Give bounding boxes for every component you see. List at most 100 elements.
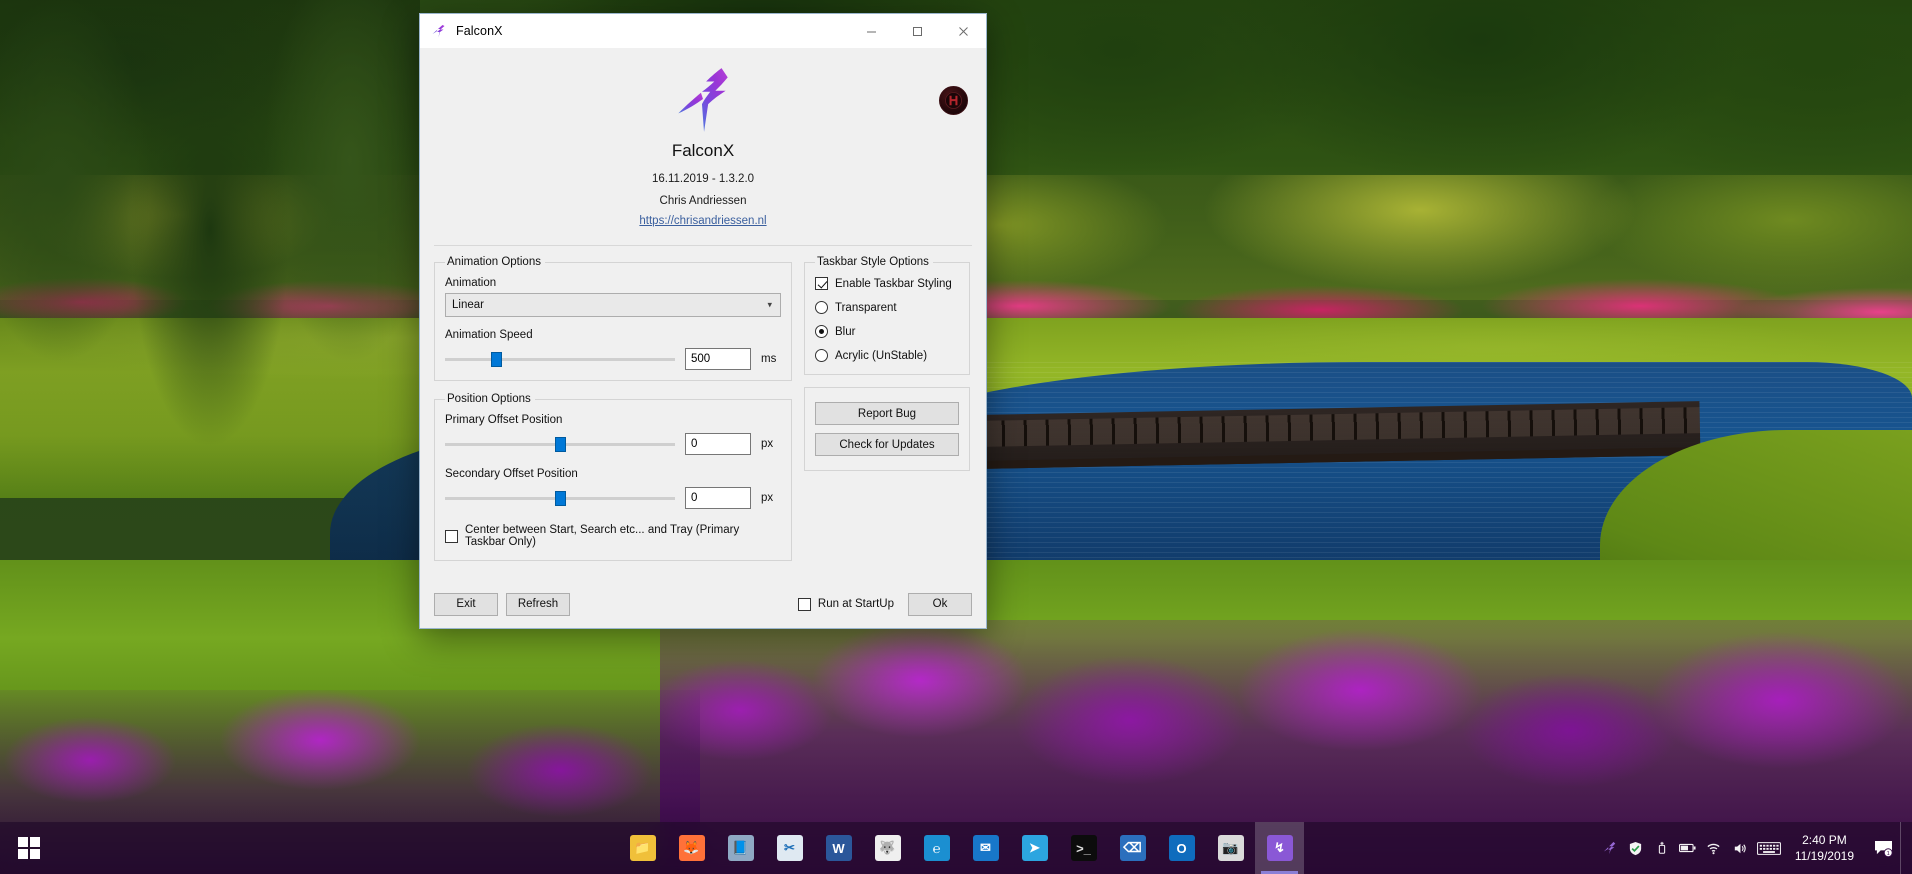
command-prompt-icon-glyph: >_	[1070, 835, 1097, 861]
animation-label: Animation	[445, 277, 497, 289]
primary-offset-input[interactable]	[685, 433, 751, 455]
clock-date: 11/19/2019	[1794, 849, 1854, 863]
camera-icon[interactable]: 📷	[1206, 822, 1255, 874]
battery-icon[interactable]	[1675, 822, 1701, 874]
run-at-startup-label: Run at StartUp	[817, 598, 894, 610]
taskbar-style-legend: Taskbar Style Options	[817, 256, 929, 268]
file-explorer-icon-glyph: 📁	[629, 835, 656, 861]
slider-track	[445, 358, 675, 361]
command-prompt-icon[interactable]: >_	[1059, 822, 1108, 874]
style-radio-acrylic[interactable]: Acrylic (UnStable)	[815, 349, 959, 362]
enable-taskbar-styling-checkbox[interactable]	[815, 277, 828, 290]
secondary-offset-unit: px	[761, 492, 774, 504]
animation-speed-row: ms	[445, 348, 781, 370]
animation-speed-label: Animation Speed	[445, 329, 533, 341]
wifi-icon[interactable]	[1701, 822, 1727, 874]
camera-icon-glyph: 📷	[1217, 835, 1244, 861]
taskbar-clock[interactable]: 2:40 PM 11/19/2019	[1785, 822, 1866, 874]
microsoft-edge-icon-glyph: ℮	[923, 835, 950, 861]
secondary-offset-row: px	[445, 487, 781, 509]
radio-transparent[interactable]	[815, 301, 828, 314]
enable-taskbar-styling-row[interactable]: Enable Taskbar Styling	[815, 277, 959, 290]
left-column: Animation Options Animation Linear ▾ Ani…	[434, 256, 792, 573]
primary-offset-row: px	[445, 433, 781, 455]
clock-time: 2:40 PM	[1802, 832, 1847, 847]
file-explorer-icon[interactable]: 📁	[618, 822, 667, 874]
settings-content: Animation Options Animation Linear ▾ Ani…	[420, 246, 986, 573]
run-at-startup-checkbox[interactable]	[797, 597, 811, 611]
report-bug-button[interactable]: Report Bug	[815, 402, 959, 425]
style-radio-transparent[interactable]: Transparent	[815, 301, 959, 314]
window-title: FalconX	[456, 24, 503, 38]
windows-taskbar: 📁 🦊 📘 ✂ W 🐺 ℮ ✉ ➤ >_ ⌫ O 📷 ↯ 2:40 PM 11/…	[0, 822, 1912, 874]
firefox-icon-glyph: 🦊	[678, 835, 705, 861]
animation-speed-unit: ms	[761, 353, 777, 365]
slider-thumb[interactable]	[555, 491, 566, 506]
radio-acrylic-label: Acrylic (UnStable)	[835, 349, 928, 362]
outlook-icon[interactable]: O	[1157, 822, 1206, 874]
windows-security-icon[interactable]	[1623, 822, 1649, 874]
system-tray: 2:40 PM 11/19/2019 1	[1597, 822, 1912, 874]
author-website-link[interactable]: https://chrisandriessen.nl	[639, 215, 766, 227]
window-titlebar[interactable]: FalconX	[420, 14, 986, 49]
radio-blur-label: Blur	[835, 325, 856, 338]
secondary-offset-slider[interactable]	[445, 487, 675, 509]
store-icon-glyph: 📘	[727, 835, 754, 861]
husky-app-icon[interactable]: 🐺	[863, 822, 912, 874]
center-between-checkbox-row[interactable]: Center between Start, Search etc... and …	[445, 524, 781, 548]
exit-button[interactable]: Exit	[434, 592, 498, 616]
animation-select[interactable]: Linear ▾	[445, 293, 781, 317]
style-radio-blur[interactable]: Blur	[815, 325, 959, 338]
svg-text:1: 1	[1886, 851, 1889, 857]
secondary-offset-input[interactable]	[685, 487, 751, 509]
radio-acrylic[interactable]	[815, 349, 828, 362]
falconx-tray-icon[interactable]	[1597, 822, 1623, 874]
window-controls	[848, 14, 986, 48]
firefox-icon[interactable]: 🦊	[667, 822, 716, 874]
store-icon[interactable]: 📘	[716, 822, 765, 874]
falconx-taskbar-icon[interactable]: ↯	[1255, 822, 1304, 874]
window-footer: Exit Refresh Run at StartUp Ok	[420, 580, 986, 628]
action-center-icon[interactable]: 1	[1866, 822, 1900, 874]
app-name: FalconX	[671, 141, 735, 160]
primary-offset-slider[interactable]	[445, 433, 675, 455]
telegram-icon[interactable]: ➤	[1010, 822, 1059, 874]
check-for-updates-button[interactable]: Check for Updates	[815, 433, 959, 456]
mail-icon[interactable]: ✉	[961, 822, 1010, 874]
right-column: Taskbar Style Options Enable Taskbar Sty…	[804, 256, 970, 573]
microsoft-edge-icon[interactable]: ℮	[912, 822, 961, 874]
snipping-tool-icon[interactable]: ✂	[765, 822, 814, 874]
radio-blur[interactable]	[815, 325, 828, 338]
show-desktop-button[interactable]	[1900, 822, 1908, 874]
app-version: 16.11.2019 - 1.3.2.0	[651, 173, 755, 185]
animation-speed-slider[interactable]	[445, 348, 675, 370]
animation-options-legend: Animation Options	[447, 256, 541, 268]
ok-button[interactable]: Ok	[908, 592, 972, 616]
position-options-legend: Position Options	[447, 393, 531, 405]
powershell-icon[interactable]: ⌫	[1108, 822, 1157, 874]
minimize-icon[interactable]	[848, 14, 894, 48]
position-options-group: Position Options Primary Offset Position…	[434, 393, 792, 561]
maximize-icon[interactable]	[894, 14, 940, 48]
word-icon[interactable]: W	[814, 822, 863, 874]
slider-thumb[interactable]	[490, 352, 502, 367]
keyboard-layout-icon[interactable]	[1753, 822, 1785, 874]
center-between-checkbox[interactable]	[445, 529, 458, 543]
usb-eject-icon[interactable]	[1649, 822, 1675, 874]
slider-thumb[interactable]	[555, 437, 566, 452]
app-badge-icon[interactable]	[939, 86, 968, 115]
falconx-settings-window: FalconX FalconX 16.11.2019 - 1.3.2.0 Chr…	[419, 13, 987, 629]
windows-logo-icon	[18, 837, 40, 859]
start-button[interactable]	[0, 822, 58, 874]
animation-select-value: Linear	[452, 299, 484, 311]
animation-speed-input[interactable]	[685, 348, 751, 370]
refresh-button[interactable]: Refresh	[506, 592, 570, 616]
snipping-tool-icon-glyph: ✂	[776, 835, 803, 861]
close-icon[interactable]	[940, 14, 986, 48]
falconx-large-logo-icon	[678, 68, 728, 132]
primary-offset-unit: px	[761, 438, 774, 450]
run-at-startup-row[interactable]: Run at StartUp	[797, 597, 894, 611]
taskbar-style-options-group: Taskbar Style Options Enable Taskbar Sty…	[804, 256, 970, 375]
volume-icon[interactable]	[1727, 822, 1753, 874]
primary-offset-label: Primary Offset Position	[445, 414, 563, 426]
